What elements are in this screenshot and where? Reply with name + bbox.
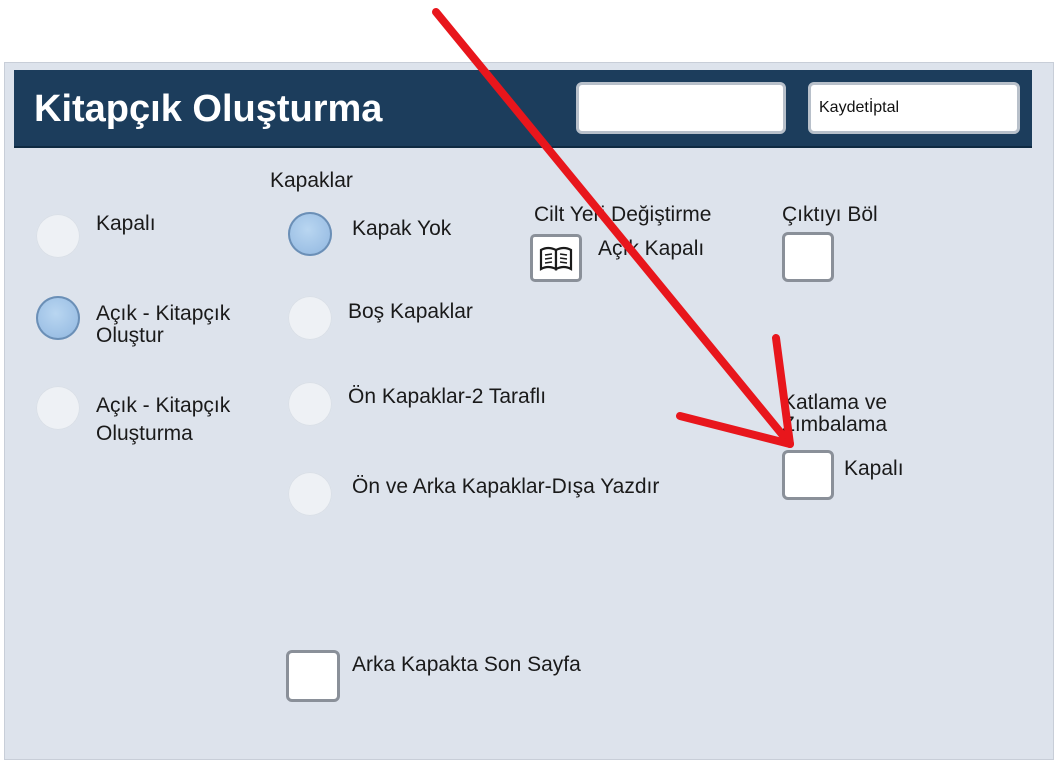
radio-on-no-booklet[interactable] xyxy=(36,386,80,430)
save-cancel-button[interactable]: Kaydetİptal xyxy=(808,82,1020,134)
radio-front-back-covers-print-outside[interactable] xyxy=(288,472,332,516)
fold-staple-title: Katlama ve Zımbalama xyxy=(782,391,888,436)
radio-on-no-booklet-label: Açık - Kitapçık Oluşturma xyxy=(96,394,231,445)
last-page-back-cover-checkbox[interactable] xyxy=(286,650,340,702)
radio-no-cover-label: Kapak Yok xyxy=(352,217,452,240)
covers-title: Kapaklar xyxy=(270,169,353,192)
radio-on-create-booklet[interactable] xyxy=(36,296,80,340)
radio-front-covers-2-sided-label: Ön Kapaklar-2 Taraflı xyxy=(348,385,547,408)
dialog-header: Kitapçık Oluşturma Kaydetİptal xyxy=(14,70,1032,148)
split-output-title: Çıktıyı Böl xyxy=(782,203,878,226)
radio-front-back-covers-print-outside-label: Ön ve Arka Kapaklar-Dışa Yazdır xyxy=(352,475,660,498)
radio-blank-covers-label: Boş Kapaklar xyxy=(348,300,473,323)
radio-no-cover[interactable] xyxy=(288,212,332,256)
radio-off[interactable] xyxy=(36,214,80,258)
radio-blank-covers[interactable] xyxy=(288,296,332,340)
radio-on-create-booklet-label: Açık - Kitapçık Oluştur xyxy=(96,302,231,347)
split-output-checkbox[interactable] xyxy=(782,232,834,282)
open-book-icon[interactable] xyxy=(530,234,582,282)
save-cancel-label: Kaydetİptal xyxy=(819,99,900,116)
fold-staple-checkbox[interactable] xyxy=(782,450,834,500)
radio-front-covers-2-sided[interactable] xyxy=(288,382,332,426)
page-title: Kitapçık Oluşturma xyxy=(34,88,383,130)
binding-shift-title: Cilt Yeri Değiştirme xyxy=(534,203,712,226)
header-blank-button[interactable] xyxy=(576,82,786,134)
radio-off-label: Kapalı xyxy=(96,212,156,235)
fold-staple-value: Kapalı xyxy=(844,457,904,480)
last-page-back-cover-label: Arka Kapakta Son Sayfa xyxy=(352,653,581,676)
binding-shift-value: Açık Kapalı xyxy=(598,237,705,260)
